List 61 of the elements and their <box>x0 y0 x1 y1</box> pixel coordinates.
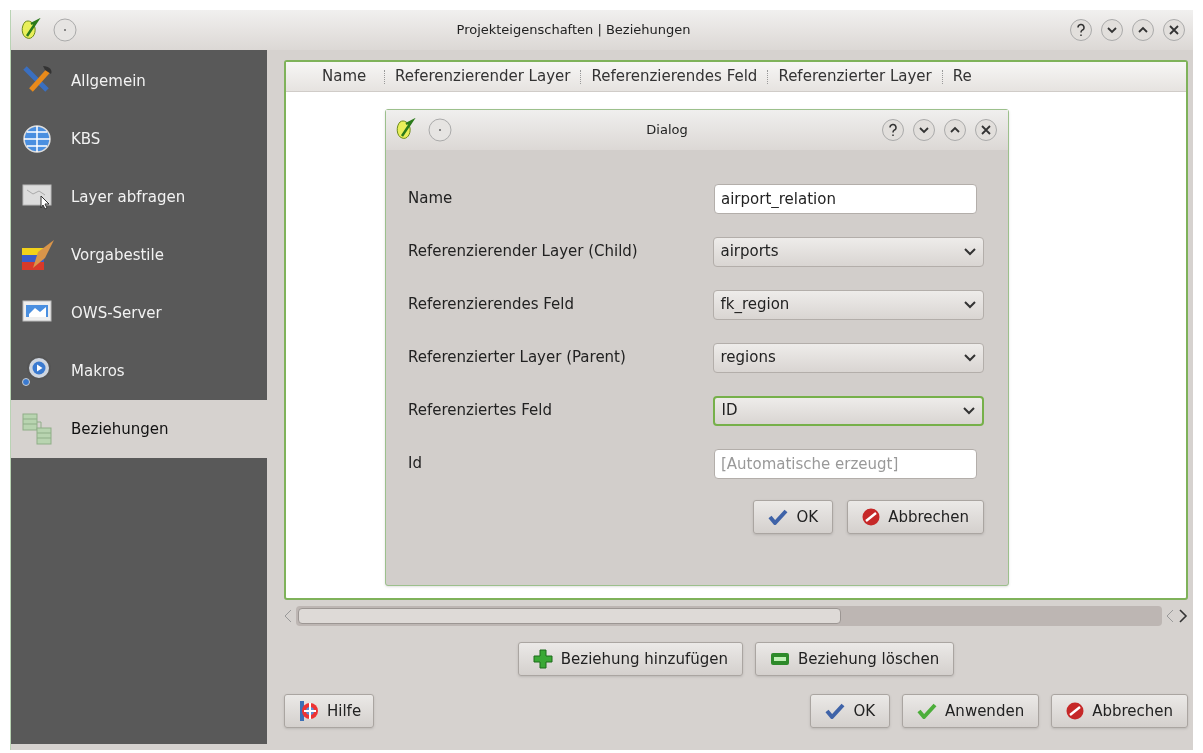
sidebar-item[interactable]: Beziehungen <box>11 400 267 458</box>
column-header[interactable]: Referenzierender Layer <box>395 65 571 88</box>
minimize-icon[interactable] <box>1101 19 1123 41</box>
scrollbar-thumb[interactable] <box>298 608 842 624</box>
field-label: Referenzierendes Feld <box>408 294 575 316</box>
apply-button[interactable]: Anwenden <box>902 694 1040 728</box>
app-logo-icon <box>394 118 416 142</box>
minimize-icon[interactable] <box>913 119 935 141</box>
chevron-down-icon <box>963 352 977 363</box>
close-icon[interactable] <box>975 119 997 141</box>
maximize-icon[interactable] <box>1132 19 1154 41</box>
checkmark-icon <box>917 703 938 719</box>
input-field[interactable]: [Automatische erzeugt] <box>714 448 977 479</box>
sidebar-item[interactable]: Makros <box>11 342 267 400</box>
close-icon[interactable] <box>1163 19 1185 41</box>
add-button[interactable]: Beziehung hinzufügen <box>517 642 743 676</box>
horizontal-scrollbar[interactable] <box>296 606 1162 626</box>
minus-icon <box>770 652 790 666</box>
column-header[interactable]: Re <box>952 65 972 88</box>
field-label: Referenzierter Layer (Parent) <box>408 347 627 369</box>
dropdown[interactable]: ID <box>713 395 984 426</box>
app-logo-icon <box>19 18 41 42</box>
column-header[interactable]: Referenzierter Layer <box>778 65 932 88</box>
maximize-icon[interactable] <box>944 119 966 141</box>
sidebar-item[interactable]: Vorgabestile <box>11 226 267 284</box>
cancel-button[interactable]: Abbrechen <box>1051 694 1188 728</box>
window-title: Projekteigenschaften | Beziehungen <box>455 21 692 40</box>
dropdown[interactable]: regions <box>713 342 984 373</box>
sidebar-item[interactable]: Layer abfragen <box>11 168 267 226</box>
dialog-title: Dialog <box>645 121 689 140</box>
field-label: Referenziertes Feld <box>408 400 553 422</box>
plus-icon <box>532 649 553 669</box>
checkmark-icon <box>768 509 789 525</box>
help-button[interactable]: Hilfe <box>284 694 374 728</box>
chevron-down-icon <box>963 246 977 257</box>
field-label: Name <box>408 188 454 210</box>
ok-button[interactable]: OK <box>753 500 834 534</box>
no-entry-icon <box>1066 702 1085 720</box>
field-label: Id <box>408 453 423 475</box>
column-header[interactable]: Name <box>322 65 374 88</box>
sidebar-item[interactable]: OWS-Server <box>11 284 267 342</box>
checkmark-icon <box>825 703 846 719</box>
dropdown[interactable]: fk_region <box>713 289 984 320</box>
input-field[interactable]: airport_relation <box>714 183 977 214</box>
sidebar-item[interactable]: Allgemein <box>11 52 267 110</box>
paint-brush-icon <box>21 238 55 272</box>
field-label: Referenzierender Layer (Child) <box>408 241 639 263</box>
dropdown[interactable]: airports <box>713 236 984 267</box>
sidebar-item[interactable]: KBS <box>11 110 267 168</box>
ok-button[interactable]: OK <box>810 694 891 728</box>
cancel-button[interactable]: Abbrechen <box>847 500 984 534</box>
remove-button[interactable]: Beziehung löschen <box>755 642 955 676</box>
chevron-down-icon <box>962 405 976 416</box>
linked-tables-icon <box>21 412 55 446</box>
help-icon[interactable] <box>882 119 904 141</box>
chevron-down-icon <box>963 299 977 310</box>
no-entry-icon <box>862 508 881 526</box>
lifebuoy-icon <box>299 701 319 721</box>
help-icon[interactable] <box>1070 19 1092 41</box>
scroll-right-icon[interactable] <box>1178 609 1188 623</box>
column-header[interactable]: Referenzierendes Feld <box>591 65 758 88</box>
